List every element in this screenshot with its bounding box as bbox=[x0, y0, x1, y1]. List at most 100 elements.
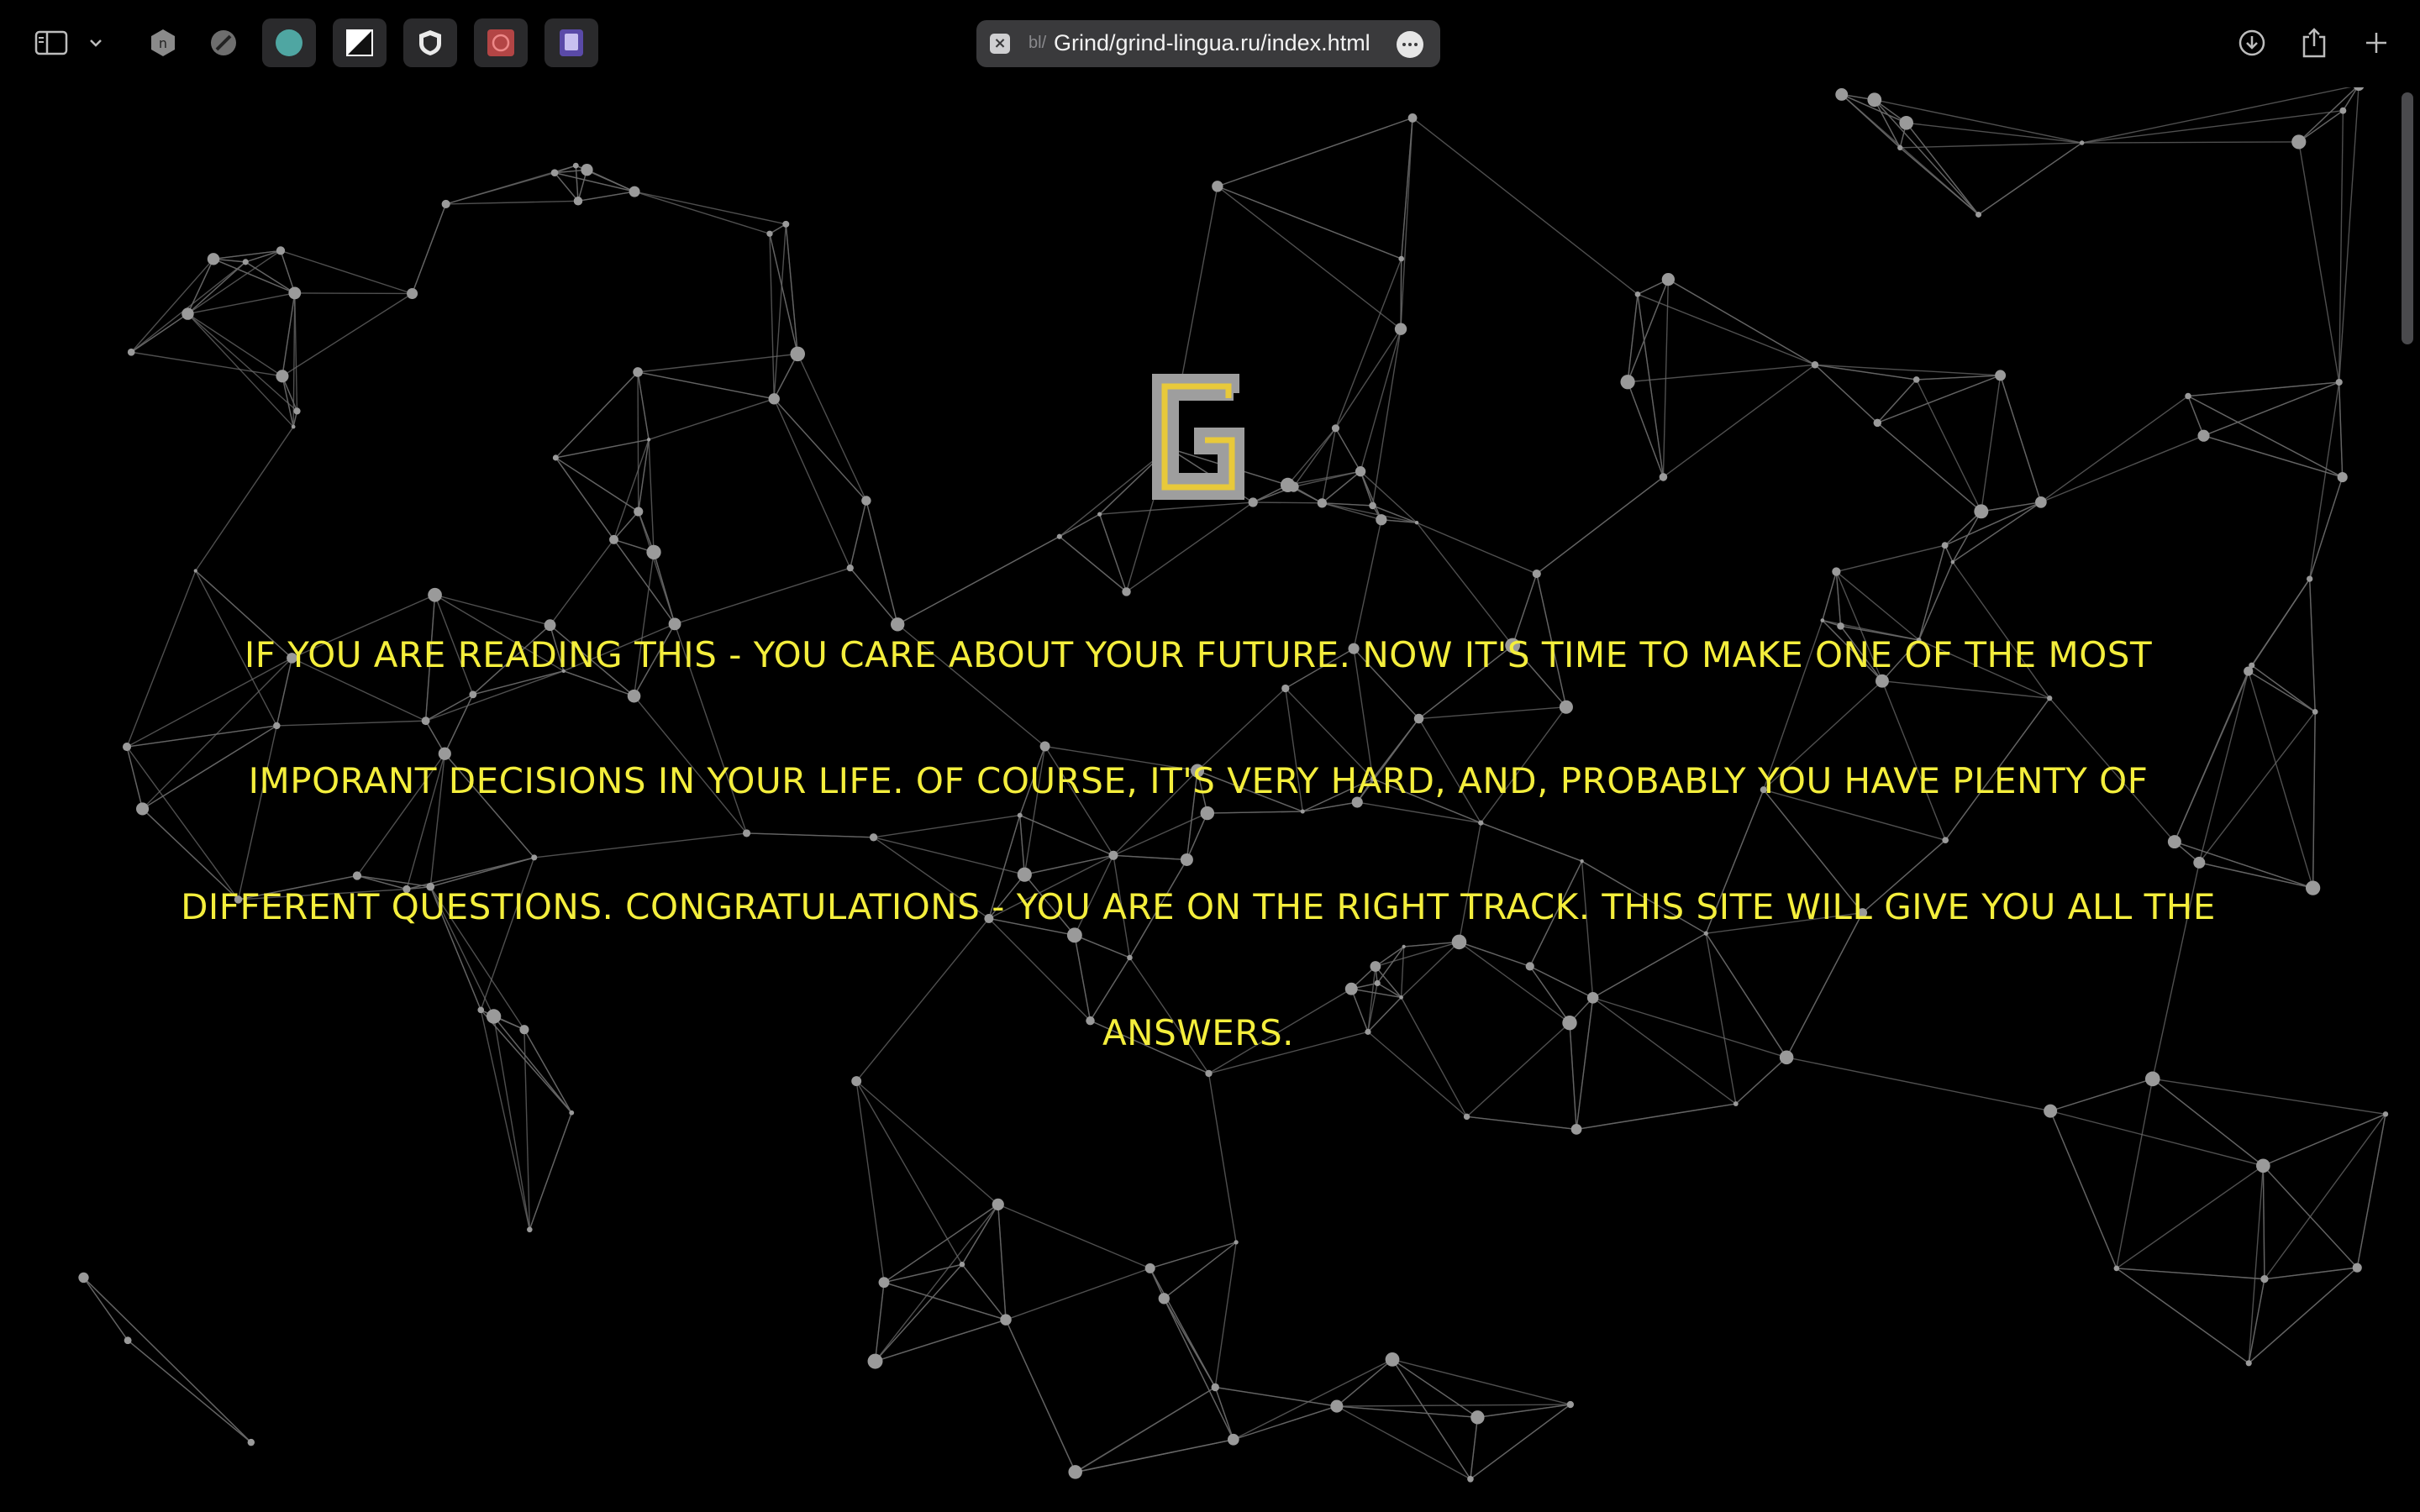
network-node bbox=[193, 569, 197, 573]
network-node bbox=[1227, 1433, 1239, 1446]
network-line bbox=[1075, 1386, 1216, 1473]
share-button[interactable] bbox=[2297, 18, 2331, 67]
network-node bbox=[581, 164, 593, 176]
network-line bbox=[2187, 395, 2344, 478]
extension-button-5[interactable] bbox=[403, 18, 457, 67]
network-node bbox=[527, 1226, 533, 1233]
extension-button-7[interactable] bbox=[544, 18, 598, 67]
network-line bbox=[1978, 142, 2083, 216]
network-node bbox=[552, 454, 559, 461]
network-node bbox=[1867, 92, 1882, 108]
network-line bbox=[2116, 1268, 2265, 1280]
network-node bbox=[1212, 181, 1223, 192]
sidebar-icon bbox=[34, 30, 68, 55]
network-node bbox=[1394, 323, 1407, 335]
network-node bbox=[1995, 370, 2007, 381]
network-line bbox=[2338, 110, 2344, 383]
address-bar[interactable]: × bl/ Grind/grind-lingua.ru/index.html bbox=[976, 20, 1440, 67]
network-node bbox=[1661, 272, 1676, 286]
scrollbar-thumb[interactable] bbox=[2402, 92, 2413, 344]
network-line bbox=[1412, 117, 1639, 295]
network-line bbox=[187, 313, 297, 412]
grind-logo[interactable]: G bbox=[1146, 370, 1250, 504]
browser-toolbar: n × bl/ Grind/grind-lingua.ru/index.html bbox=[0, 0, 2420, 87]
new-tab-button[interactable] bbox=[2360, 18, 2393, 67]
extension-button-3[interactable] bbox=[262, 18, 316, 67]
network-node bbox=[959, 1262, 965, 1268]
network-line bbox=[1059, 513, 1101, 538]
network-line bbox=[2262, 1165, 2265, 1279]
network-node bbox=[2291, 134, 2307, 150]
network-line bbox=[1900, 142, 2082, 149]
network-node bbox=[293, 407, 301, 415]
network-line bbox=[1371, 328, 1402, 507]
tab-group-menu-button[interactable] bbox=[84, 18, 108, 67]
close-icon[interactable]: × bbox=[990, 34, 1010, 54]
extension-button-4[interactable] bbox=[333, 18, 387, 67]
network-node bbox=[1355, 466, 1366, 477]
network-line bbox=[187, 261, 246, 315]
network-line bbox=[2262, 1165, 2358, 1268]
network-line bbox=[1163, 1242, 1237, 1299]
network-line bbox=[555, 438, 650, 459]
network-line bbox=[1392, 1358, 1571, 1405]
network-node bbox=[867, 1353, 883, 1369]
network-line bbox=[1576, 1103, 1736, 1131]
network-line bbox=[2187, 396, 2205, 436]
network-line bbox=[1470, 1417, 1479, 1479]
network-line bbox=[883, 1204, 999, 1284]
downloads-button[interactable] bbox=[2235, 18, 2269, 67]
network-line bbox=[1952, 511, 1982, 563]
chevron-down-icon bbox=[90, 39, 102, 47]
network-line bbox=[281, 292, 413, 377]
circle-icon bbox=[276, 29, 302, 56]
network-node bbox=[1811, 361, 1819, 369]
network-line bbox=[773, 354, 798, 400]
network-line bbox=[2264, 1113, 2386, 1280]
network-line bbox=[634, 191, 786, 225]
network-node bbox=[633, 367, 643, 377]
network-node bbox=[127, 348, 135, 356]
network-node bbox=[1072, 1469, 1079, 1476]
page-menu-button[interactable] bbox=[1397, 31, 1423, 58]
network-line bbox=[637, 371, 650, 440]
network-node bbox=[2249, 662, 2255, 669]
extension-button-6[interactable] bbox=[474, 18, 528, 67]
network-line bbox=[127, 1340, 252, 1443]
network-node bbox=[992, 1198, 1004, 1210]
network-node bbox=[1532, 569, 1541, 579]
network-node bbox=[1407, 113, 1418, 123]
sidebar-toggle-button[interactable] bbox=[30, 18, 72, 67]
network-node bbox=[1873, 418, 1882, 428]
network-line bbox=[1287, 428, 1337, 486]
page-scrollbar[interactable] bbox=[2396, 87, 2420, 1512]
network-line bbox=[648, 398, 775, 440]
network-node bbox=[861, 496, 871, 506]
network-node bbox=[2044, 1104, 2058, 1118]
network-node bbox=[122, 743, 132, 752]
network-line bbox=[1099, 501, 1254, 515]
network-line bbox=[874, 1204, 999, 1362]
network-line bbox=[997, 1204, 1150, 1269]
network-node bbox=[1234, 1240, 1239, 1245]
extension-button-2[interactable] bbox=[203, 18, 244, 67]
network-line bbox=[1814, 364, 2001, 376]
network-node bbox=[1832, 567, 1841, 576]
network-line bbox=[2248, 1165, 2265, 1363]
network-line bbox=[769, 234, 775, 399]
network-line bbox=[961, 1204, 999, 1265]
network-line bbox=[2298, 84, 2360, 143]
network-line bbox=[1952, 501, 2042, 563]
network-node bbox=[2245, 1360, 2252, 1367]
network-node bbox=[846, 564, 854, 572]
network-line bbox=[1207, 1073, 1237, 1242]
chat-icon bbox=[487, 29, 514, 56]
network-line bbox=[1836, 544, 1945, 573]
network-line bbox=[281, 292, 296, 376]
network-line bbox=[637, 371, 775, 400]
network-node bbox=[768, 393, 780, 405]
network-line bbox=[785, 223, 798, 354]
network-node bbox=[441, 199, 450, 209]
extension-button-1[interactable]: n bbox=[143, 18, 183, 67]
network-node bbox=[1835, 88, 1849, 101]
